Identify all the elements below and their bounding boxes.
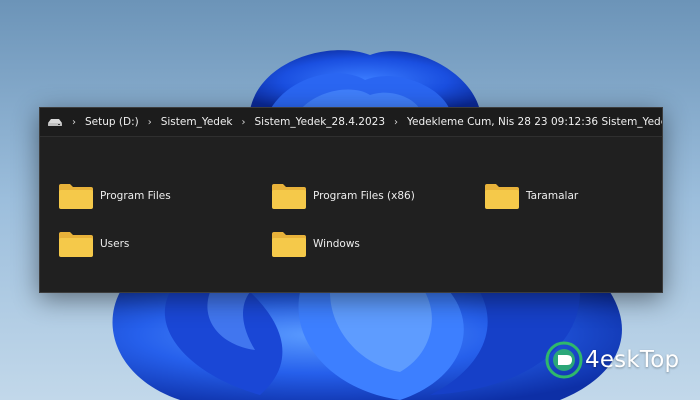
folder-label: Windows: [313, 238, 360, 250]
folder-label: Taramalar: [526, 190, 579, 202]
drive-icon: [47, 116, 63, 128]
folder-icon: [272, 232, 306, 257]
breadcrumb-sistem-yedek[interactable]: Sistem_Yedek: [157, 116, 237, 128]
folder-label: Program Files: [100, 190, 171, 202]
watermark-text: 4eskTop: [585, 347, 680, 373]
chevron-right-icon: ›: [72, 116, 76, 128]
file-explorer-window: › Setup (D:) › Sistem_Yedek › Sistem_Yed…: [39, 107, 663, 293]
chevron-right-icon: ›: [241, 116, 246, 128]
folder-label: Users: [100, 238, 130, 250]
chevron-right-icon: ›: [147, 116, 152, 128]
folder-grid: Program Files Program Files (x86) Tarama…: [40, 137, 662, 292]
folder-item-program-files[interactable]: Program Files: [58, 180, 171, 212]
address-bar[interactable]: › Setup (D:) › Sistem_Yedek › Sistem_Yed…: [40, 108, 662, 137]
breadcrumb-sistem-yedek-date[interactable]: Sistem_Yedek_28.4.2023: [251, 116, 389, 128]
watermark: 4eskTop: [545, 340, 679, 380]
watermark-logo-icon: [545, 341, 583, 379]
folder-item-taramalar[interactable]: Taramalar: [484, 180, 578, 212]
folder-icon: [272, 184, 306, 209]
folder-label: Program Files (x86): [313, 190, 415, 202]
folder-item-program-files-x86[interactable]: Program Files (x86): [271, 180, 415, 212]
breadcrumb-setup-drive[interactable]: Setup (D:): [81, 116, 143, 128]
folder-icon: [59, 232, 93, 257]
breadcrumb-backup-folder[interactable]: Yedekleme Cum, Nis 28 23 09:12:36 Sistem…: [403, 116, 662, 128]
folder-item-windows[interactable]: Windows: [271, 228, 360, 260]
folder-icon: [485, 184, 519, 209]
chevron-right-icon: ›: [394, 116, 398, 128]
folder-icon: [59, 184, 93, 209]
folder-item-users[interactable]: Users: [58, 228, 129, 260]
